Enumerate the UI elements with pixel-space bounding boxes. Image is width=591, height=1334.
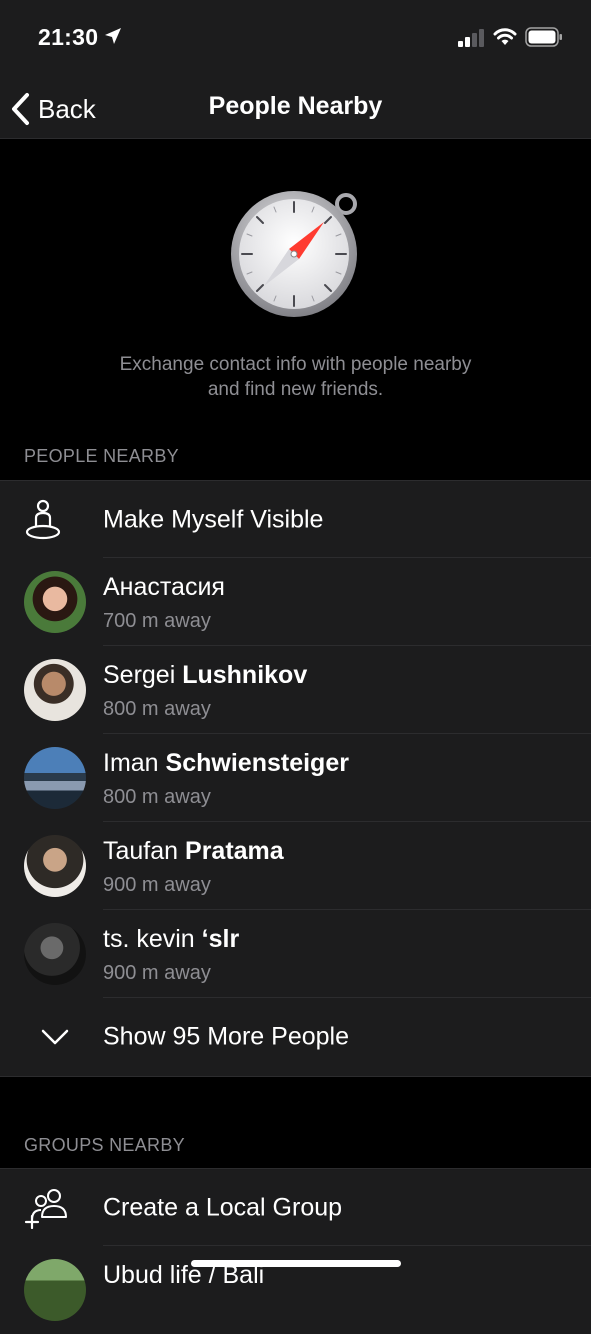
person-row[interactable]: Iman Schwiensteiger 800 m away xyxy=(0,734,591,822)
chevron-down-icon xyxy=(41,1029,69,1045)
status-bar: 21:30 xyxy=(0,0,591,80)
person-distance: 700 m away xyxy=(103,610,211,632)
person-name: Sergei Lushnikov xyxy=(103,661,307,690)
intro-line-2: and find new friends. xyxy=(207,379,384,400)
person-last-name: Lushnikov xyxy=(182,661,308,689)
person-row[interactable]: Taufan Pratama 900 m away xyxy=(0,822,591,910)
navigation-bar: Back People Nearby xyxy=(0,80,591,139)
person-row[interactable]: Sergei Lushnikov 800 m away xyxy=(0,646,591,734)
create-group-label: Create a Local Group xyxy=(103,1193,343,1221)
create-group-icon xyxy=(24,1188,67,1229)
make-visible-row[interactable]: Make Myself Visible xyxy=(0,481,591,558)
person-name: Анастасия xyxy=(103,573,225,602)
make-visible-label: Make Myself Visible xyxy=(103,505,324,533)
location-arrow-icon xyxy=(105,28,121,44)
battery-icon xyxy=(525,27,562,47)
person-row[interactable]: ts. kevin ‘slr 900 m away xyxy=(0,910,591,998)
person-distance: 900 m away xyxy=(103,962,211,984)
person-last-name: ‘slr xyxy=(201,925,240,953)
intro-text: Exchange contact info with people nearby… xyxy=(60,352,531,402)
person-name: Taufan Pratama xyxy=(103,837,284,866)
avatar xyxy=(24,747,86,809)
people-nearby-list: Make Myself Visible Анастасия 700 m away… xyxy=(0,480,591,1077)
show-more-people-button[interactable]: Show 95 More People xyxy=(0,998,591,1076)
compass-icon xyxy=(231,191,357,317)
person-first-name: ts. kevin xyxy=(103,925,195,953)
person-name: ts. kevin ‘slr xyxy=(103,925,239,954)
person-last-name: Schwiensteiger xyxy=(165,749,349,777)
person-name: Iman Schwiensteiger xyxy=(103,749,349,778)
person-distance: 800 m away xyxy=(103,698,211,720)
group-avatar xyxy=(24,1259,86,1321)
groups-nearby-list: Create a Local Group Ubud life / Bali xyxy=(0,1168,591,1334)
person-last-name: Pratama xyxy=(185,837,284,865)
person-first-name: Taufan xyxy=(103,837,179,865)
person-first-name: Sergei xyxy=(103,661,176,689)
people-nearby-header: PEOPLE NEARBY xyxy=(24,446,179,466)
home-indicator[interactable] xyxy=(191,1260,401,1267)
create-local-group-row[interactable]: Create a Local Group xyxy=(0,1169,591,1246)
intro-line-1: Exchange contact info with people nearby xyxy=(119,354,472,375)
avatar xyxy=(24,923,86,985)
show-more-label: Show 95 More People xyxy=(103,1022,349,1051)
avatar xyxy=(24,571,86,633)
person-first-name: Iman xyxy=(103,749,159,777)
person-first-name: Анастасия xyxy=(103,573,225,601)
groups-nearby-header: GROUPS NEARBY xyxy=(24,1135,185,1155)
person-location-icon xyxy=(25,499,61,539)
wifi-icon xyxy=(493,28,517,45)
cellular-signal-icon xyxy=(458,29,484,47)
avatar xyxy=(24,659,86,721)
person-distance: 900 m away xyxy=(103,874,211,896)
avatar xyxy=(24,835,86,897)
person-row[interactable]: Анастасия 700 m away xyxy=(0,558,591,646)
status-time: 21:30 xyxy=(38,24,99,50)
person-distance: 800 m away xyxy=(103,786,211,808)
page-title: People Nearby xyxy=(208,92,383,120)
